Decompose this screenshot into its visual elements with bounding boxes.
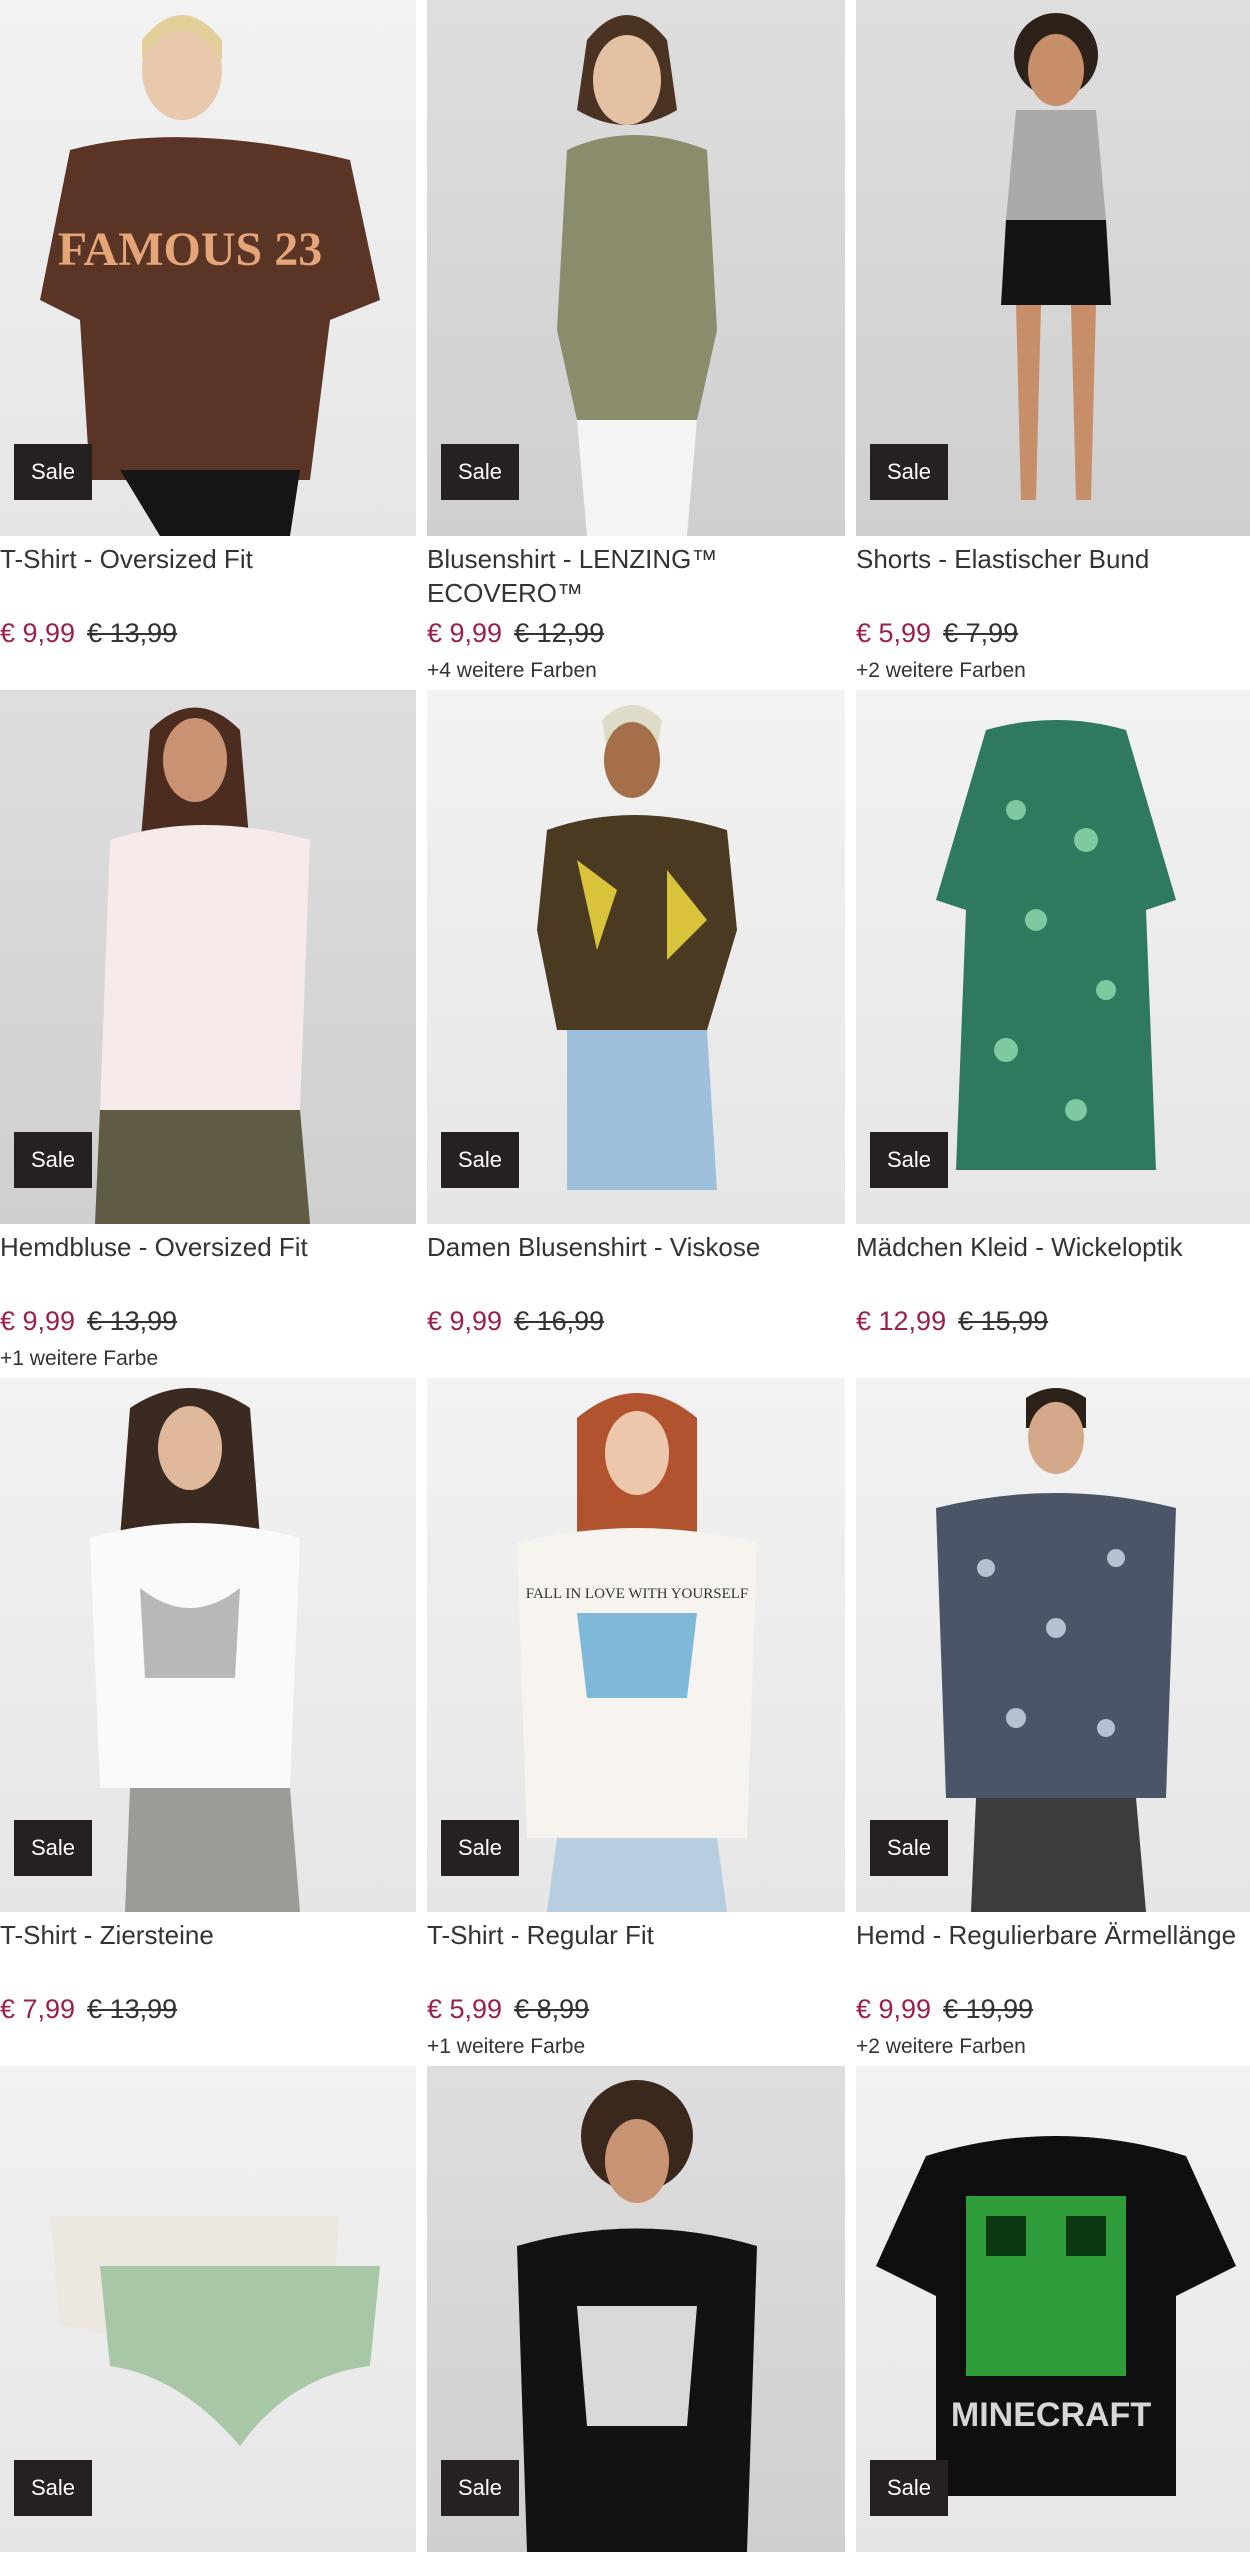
sale-badge: Sale (14, 444, 92, 500)
product-image[interactable]: Sale (0, 690, 416, 1224)
sale-badge: Sale (441, 1820, 519, 1876)
sale-badge: Sale (870, 444, 948, 500)
product-card[interactable]: Sale (0, 2066, 416, 2552)
product-card[interactable]: Sale Damen Blusenshirt - Viskose € 9,99 €… (427, 690, 845, 1347)
sale-badge: Sale (441, 2460, 519, 2516)
product-image[interactable]: Sale (0, 1378, 416, 1912)
old-price: € 13,99 (87, 618, 178, 648)
sale-price: € 9,99 (427, 1306, 503, 1336)
product-title[interactable]: Hemd - Regulierbare Ärmellänge (856, 1918, 1250, 1952)
color-count[interactable]: +2 weitere Farben (856, 659, 1250, 683)
product-image[interactable]: Sale (856, 1378, 1250, 1912)
print-text: FALL IN LOVE WITH YOURSELF (526, 1586, 748, 1602)
sale-badge: Sale (14, 1820, 92, 1876)
product-image[interactable]: Sale (856, 0, 1250, 536)
product-title[interactable]: T-Shirt - Regular Fit (427, 1918, 845, 1952)
sale-badge: Sale (441, 444, 519, 500)
product-title[interactable]: Mädchen Kleid - Wickeloptik (856, 1230, 1250, 1264)
product-card[interactable]: Sale Hemdbluse - Oversized Fit € 9,99 € 1… (0, 690, 416, 1371)
product-title[interactable]: Blusenshirt - LENZING™ ECOVERO™ (427, 542, 845, 610)
product-card[interactable]: Sale Hemd - Regulierbare Ärmellänge € 9,… (856, 1378, 1250, 2059)
sale-price: € 5,99 (856, 618, 932, 648)
sale-price: € 9,99 (856, 1994, 932, 2024)
product-image[interactable]: MINECRAFT Sale (856, 2066, 1250, 2552)
old-price: € 15,99 (958, 1306, 1049, 1336)
product-card[interactable]: Sale (427, 2066, 845, 2552)
product-card[interactable]: Sale Mädchen Kleid - Wickeloptik € 12,99… (856, 690, 1250, 1347)
product-image[interactable]: Sale (427, 0, 845, 536)
old-price: € 12,99 (514, 618, 605, 648)
sale-badge: Sale (14, 2460, 92, 2516)
old-price: € 7,99 (943, 618, 1019, 648)
old-price: € 13,99 (87, 1306, 178, 1336)
product-card[interactable]: Sale Shorts - Elastischer Bund € 5,99 € 7… (856, 0, 1250, 683)
sale-badge: Sale (870, 2460, 948, 2516)
product-card[interactable]: Sale Blusenshirt - LENZING™ ECOVERO™ € 9… (427, 0, 845, 683)
product-image[interactable]: FALL IN LOVE WITH YOURSELF Sale (427, 1378, 845, 1912)
color-count[interactable]: +1 weitere Farbe (0, 1347, 416, 1371)
sale-badge: Sale (441, 1132, 519, 1188)
sale-badge: Sale (14, 1132, 92, 1188)
color-count[interactable]: +1 weitere Farbe (427, 2035, 845, 2059)
product-image[interactable]: Sale (0, 2066, 416, 2552)
sale-price: € 12,99 (856, 1306, 947, 1336)
sale-price: € 9,99 (427, 618, 503, 648)
product-card[interactable]: Sale T-Shirt - Ziersteine € 7,99 € 13,99 (0, 1378, 416, 2035)
sale-price: € 9,99 (0, 1306, 76, 1336)
product-title[interactable]: Hemdbluse - Oversized Fit (0, 1230, 416, 1264)
product-title[interactable]: T-Shirt - Ziersteine (0, 1918, 416, 1952)
product-card[interactable]: MINECRAFT Sale (856, 2066, 1250, 2552)
old-price: € 13,99 (87, 1994, 178, 2024)
product-title[interactable]: Shorts - Elastischer Bund (856, 542, 1250, 576)
product-image[interactable]: Sale (856, 690, 1250, 1224)
sale-price: € 5,99 (427, 1994, 503, 2024)
product-title[interactable]: T-Shirt - Oversized Fit (0, 542, 416, 576)
product-title[interactable]: Damen Blusenshirt - Viskose (427, 1230, 845, 1264)
product-image[interactable]: FAMOUS 23 Sale (0, 0, 416, 536)
print-text: FAMOUS 23 (58, 223, 322, 276)
product-card[interactable]: FALL IN LOVE WITH YOURSELF Sale T-Shirt … (427, 1378, 845, 2059)
old-price: € 8,99 (514, 1994, 590, 2024)
product-image[interactable]: Sale (427, 690, 845, 1224)
sale-price: € 7,99 (0, 1994, 76, 2024)
old-price: € 16,99 (514, 1306, 605, 1336)
color-count[interactable]: +2 weitere Farben (856, 2035, 1250, 2059)
product-image[interactable]: Sale (427, 2066, 845, 2552)
old-price: € 19,99 (943, 1994, 1034, 2024)
sale-price: € 9,99 (0, 618, 76, 648)
sale-badge: Sale (870, 1132, 948, 1188)
print-text: MINECRAFT (951, 2396, 1151, 2434)
product-card[interactable]: FAMOUS 23 Sale T-Shirt - Oversized Fit €… (0, 0, 416, 659)
color-count[interactable]: +4 weitere Farben (427, 659, 845, 683)
sale-badge: Sale (870, 1820, 948, 1876)
